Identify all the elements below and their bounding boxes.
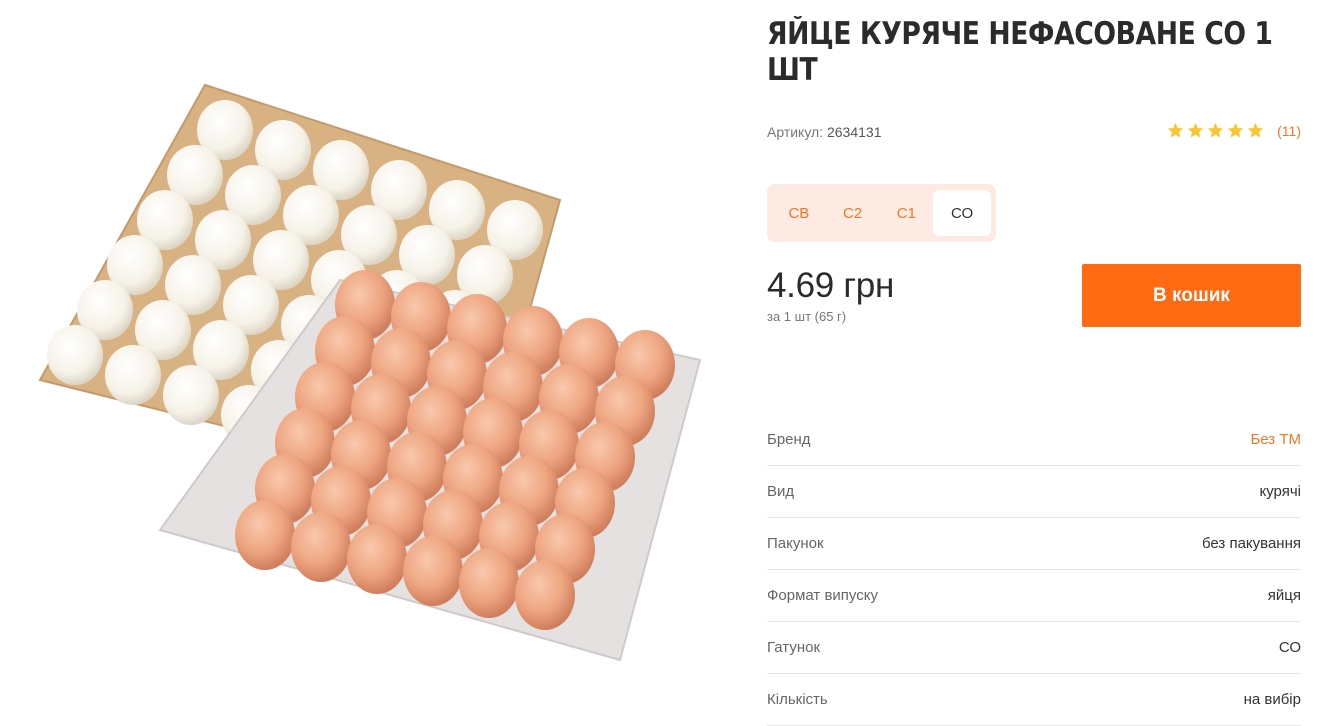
spec-value: на вибір xyxy=(1243,691,1301,708)
spec-value: без пакування xyxy=(1201,535,1301,552)
spec-row-quantity: Кількість на вибір xyxy=(767,674,1301,726)
spec-row-grade: Гатунок СО xyxy=(767,622,1301,674)
star-icon xyxy=(1207,122,1224,138)
grade-option-s2[interactable]: С2 xyxy=(826,190,880,236)
grade-selector: СВ С2 С1 СО xyxy=(767,184,996,242)
product-title: ЯЙЦЕ КУРЯЧЕ НЕФАСОВАНЕ СО 1 ШТ xyxy=(767,16,1273,88)
add-to-cart-button[interactable]: В кошик xyxy=(1082,264,1301,327)
egg xyxy=(47,325,103,385)
spec-key: Бренд xyxy=(767,431,811,448)
egg xyxy=(403,536,463,606)
spec-value: яйця xyxy=(1267,587,1301,604)
egg xyxy=(163,365,219,425)
sku-label: Артикул: xyxy=(767,124,824,140)
spec-row-type: Вид курячі xyxy=(767,466,1301,518)
spec-value: СО xyxy=(1278,639,1301,656)
spec-row-package: Пакунок без пакування xyxy=(767,518,1301,570)
egg xyxy=(291,512,351,582)
egg xyxy=(347,524,407,594)
spec-key: Гатунок xyxy=(767,639,821,656)
price-note: за 1 шт (65 г) xyxy=(767,309,847,324)
sku: Артикул: 2634131 xyxy=(767,124,882,140)
egg xyxy=(235,500,295,570)
grade-option-s1[interactable]: С1 xyxy=(880,190,934,236)
spec-row-brand: Бренд Без ТМ xyxy=(767,414,1301,466)
reviews-count-link[interactable]: (11) xyxy=(1277,123,1301,139)
star-icon xyxy=(1167,122,1184,138)
spec-key: Пакунок xyxy=(767,535,824,552)
egg xyxy=(105,345,161,405)
spec-key: Кількість xyxy=(767,691,828,708)
spec-row-format: Формат випуску яйця xyxy=(767,570,1301,622)
price: 4.69 грн xyxy=(767,266,895,305)
grade-option-so[interactable]: СО xyxy=(933,190,991,236)
product-info-panel: ЯЙЦЕ КУРЯЧЕ НЕФАСОВАНЕ СО 1 ШТ Артикул: … xyxy=(767,0,1301,726)
star-icon xyxy=(1247,122,1264,138)
spec-key: Формат випуску xyxy=(767,587,878,604)
product-image[interactable] xyxy=(20,60,720,680)
spec-value: курячі xyxy=(1259,483,1301,500)
sku-value: 2634131 xyxy=(826,124,882,140)
brand-link[interactable]: Без ТМ xyxy=(1250,431,1301,448)
star-icon xyxy=(1187,122,1204,138)
star-icon xyxy=(1227,122,1244,138)
egg xyxy=(515,560,575,630)
grade-option-sv[interactable]: СВ xyxy=(772,190,826,236)
egg xyxy=(459,548,519,618)
rating[interactable]: (11) xyxy=(1167,122,1301,139)
egg-trays-image xyxy=(38,83,702,662)
specs-table: Бренд Без ТМ Вид курячі Пакунок без паку… xyxy=(767,414,1301,726)
spec-key: Вид xyxy=(767,483,795,500)
